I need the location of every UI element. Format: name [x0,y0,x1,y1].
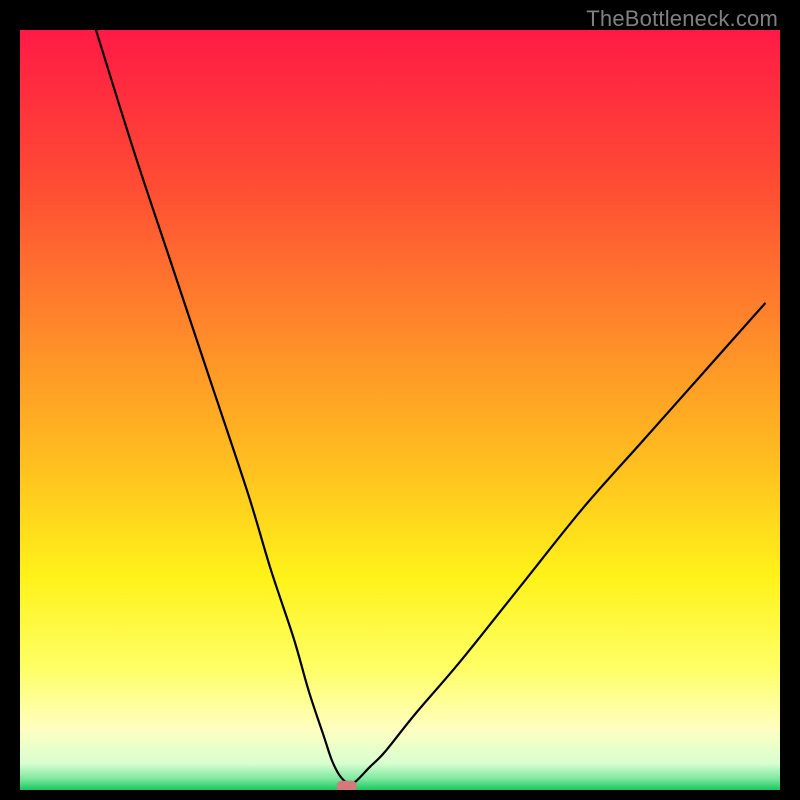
bottleneck-chart [20,30,780,790]
plot-frame [20,30,780,790]
gradient-background [20,30,780,790]
watermark-label: TheBottleneck.com [586,6,778,32]
optimal-marker [337,781,357,790]
